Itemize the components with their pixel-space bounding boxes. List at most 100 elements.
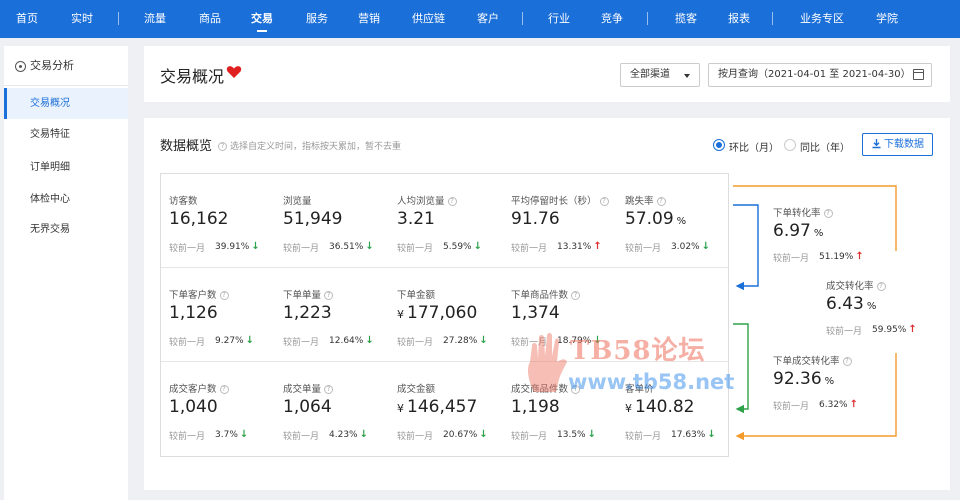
metric-change: 20.67% ↓	[443, 429, 488, 440]
blue-connector	[733, 204, 759, 291]
metric-value: 1,040	[169, 397, 218, 417]
page-title: 交易概况	[160, 67, 225, 86]
compare-label: 较前一月	[511, 432, 548, 442]
nav-item-leads[interactable]: 揽客	[675, 12, 697, 26]
nav-item-industry[interactable]: 行业	[548, 12, 570, 26]
metric-change: 59.95% ↑	[872, 324, 917, 335]
help-icon[interactable]: ?	[324, 291, 334, 300]
help-icon[interactable]: ?	[823, 209, 833, 218]
metric-value: 1,126	[169, 303, 218, 323]
nav-item-home[interactable]: 首页	[16, 12, 38, 26]
compare-label: 较前一月	[511, 338, 548, 348]
help-icon[interactable]: ?	[324, 385, 334, 394]
section-hint: ? 选择自定义时间，指标按天累加，暂不去重	[215, 139, 401, 152]
nav-item-competition[interactable]: 竞争	[601, 12, 623, 26]
target-icon	[15, 61, 26, 72]
metric-card: 浏览量 51,949 较前一月 36.51% ↓	[283, 193, 395, 273]
download-icon	[872, 139, 881, 149]
data-overview-card: 数据概览 ? 选择自定义时间，指标按天累加，暂不去重 环比（月） 同比（年） 下载…	[144, 118, 950, 490]
compare-label: 较前一月	[169, 338, 206, 348]
help-icon[interactable]: ?	[219, 291, 229, 300]
help-icon[interactable]: ?	[571, 385, 581, 394]
metric-card: 访客数 16,162 较前一月 39.91% ↓	[169, 193, 281, 273]
metric-label: 下单转化率?	[773, 205, 836, 219]
sidebar: 交易分析 交易概况 交易特征 订单明细 体检中心 无界交易	[4, 46, 128, 500]
metric-value: 1,223	[283, 303, 332, 323]
compare-label: 较前一月	[397, 244, 434, 254]
sidebar-item-order-details[interactable]: 订单明细	[4, 152, 128, 183]
metric-number: 1,126	[169, 303, 218, 323]
nav-divider	[118, 12, 119, 25]
nav-item-reports[interactable]: 报表	[728, 12, 750, 26]
compare-label: 较前一月	[397, 432, 434, 442]
nav-item-supply-chain[interactable]: 供应链	[412, 12, 445, 26]
date-range-picker[interactable]: 按月查询（2021-04-01 至 2021-04-30）	[708, 63, 932, 87]
compare-label: 较前一月	[826, 327, 863, 337]
metric-card: 成交客户数? 1,040 较前一月 3.7% ↓	[169, 381, 281, 461]
metric-change: 3.02% ↓	[671, 241, 710, 252]
sidebar-item-health-check[interactable]: 体检中心	[4, 184, 128, 215]
help-icon[interactable]: ?	[219, 385, 229, 394]
metric-change: 6.32% ↑	[819, 399, 858, 410]
nav-divider	[647, 12, 648, 25]
calendar-icon	[913, 69, 924, 80]
metric-change: 36.51% ↓	[329, 241, 374, 252]
nav-item-business-zone[interactable]: 业务专区	[800, 12, 844, 26]
metric-change: 17.63% ↓	[671, 429, 716, 440]
nav-item-service[interactable]: 服务	[306, 12, 328, 26]
metric-value: ¥140.82	[625, 397, 694, 417]
metric-label: 平均停留时长（秒）?	[511, 193, 612, 207]
metric-card: 下单金额 ¥177,060 较前一月 27.28% ↓	[397, 287, 509, 367]
sidebar-item-trade-features[interactable]: 交易特征	[4, 119, 128, 150]
help-icon[interactable]: ?	[876, 282, 886, 291]
nav-item-products[interactable]: 商品	[199, 12, 221, 26]
hint-text: 选择自定义时间，指标按天累加，暂不去重	[230, 142, 402, 152]
help-icon[interactable]: ?	[656, 197, 666, 206]
nav-item-traffic[interactable]: 流量	[144, 12, 166, 26]
arrow-down-icon: ↓	[473, 241, 482, 252]
funnel-metric: 成交转化率? 6.43% 较前一月 59.95% ↑	[826, 278, 946, 348]
metric-value: 6.97%	[773, 221, 824, 241]
arrow-down-icon: ↓	[365, 241, 374, 252]
metric-label: 成交商品件数?	[511, 381, 583, 395]
nav-item-realtime[interactable]: 实时	[71, 12, 93, 26]
nav-divider	[772, 12, 773, 25]
sidebar-item-trade-overview[interactable]: 交易概况	[4, 88, 128, 119]
compare-label: 较前一月	[169, 432, 206, 442]
sidebar-item-borderless-trade[interactable]: 无界交易	[4, 214, 128, 245]
metric-change: 3.7% ↓	[215, 429, 249, 440]
arrow-up-icon: ↑	[593, 241, 602, 252]
metric-number: 1,040	[169, 397, 218, 417]
compare-yoy-radio[interactable]: 同比（年）	[784, 139, 850, 154]
download-button[interactable]: 下载数据	[862, 133, 933, 156]
help-icon[interactable]: ?	[571, 291, 581, 300]
help-icon[interactable]: ?	[842, 357, 852, 366]
nav-item-marketing[interactable]: 营销	[358, 12, 380, 26]
metric-card: 人均浏览量? 3.21 较前一月 5.59% ↓	[397, 193, 509, 273]
metric-label: 浏览量	[283, 196, 312, 207]
nav-item-academy[interactable]: 学院	[876, 12, 898, 26]
channel-select[interactable]: 全部渠道	[620, 63, 700, 87]
arrow-down-icon: ↓	[251, 241, 260, 252]
help-icon[interactable]: ?	[447, 197, 457, 206]
funnel-metric: 下单转化率? 6.97% 较前一月 51.19% ↑	[773, 205, 893, 275]
metric-change: 4.23% ↓	[329, 429, 368, 440]
help-icon[interactable]: ?	[599, 197, 609, 206]
compare-yoy-label: 同比（年）	[800, 143, 850, 154]
heart-icon	[226, 66, 242, 78]
metric-label: 访客数	[169, 196, 198, 207]
compare-mom-radio[interactable]: 环比（月）	[713, 139, 779, 154]
metric-number: 1,198	[511, 397, 560, 417]
metric-value: 6.43%	[826, 294, 877, 314]
metric-card: 成交商品件数? 1,198 较前一月 13.5% ↓	[511, 381, 623, 461]
compare-label: 较前一月	[283, 432, 320, 442]
arrow-down-icon: ↓	[359, 429, 368, 440]
metric-change: 27.28% ↓	[443, 335, 488, 346]
metric-label: 下单客户数?	[169, 287, 232, 301]
nav-item-customers[interactable]: 客户	[477, 12, 499, 26]
metric-value: 57.09%	[625, 209, 686, 229]
nav-item-trade[interactable]: 交易	[251, 12, 273, 26]
metric-card: 下单商品件数? 1,374 较前一月 18.79% ↓	[511, 287, 623, 367]
metric-number: 3.21	[397, 209, 435, 229]
sidebar-header[interactable]: 交易分析	[4, 46, 128, 86]
